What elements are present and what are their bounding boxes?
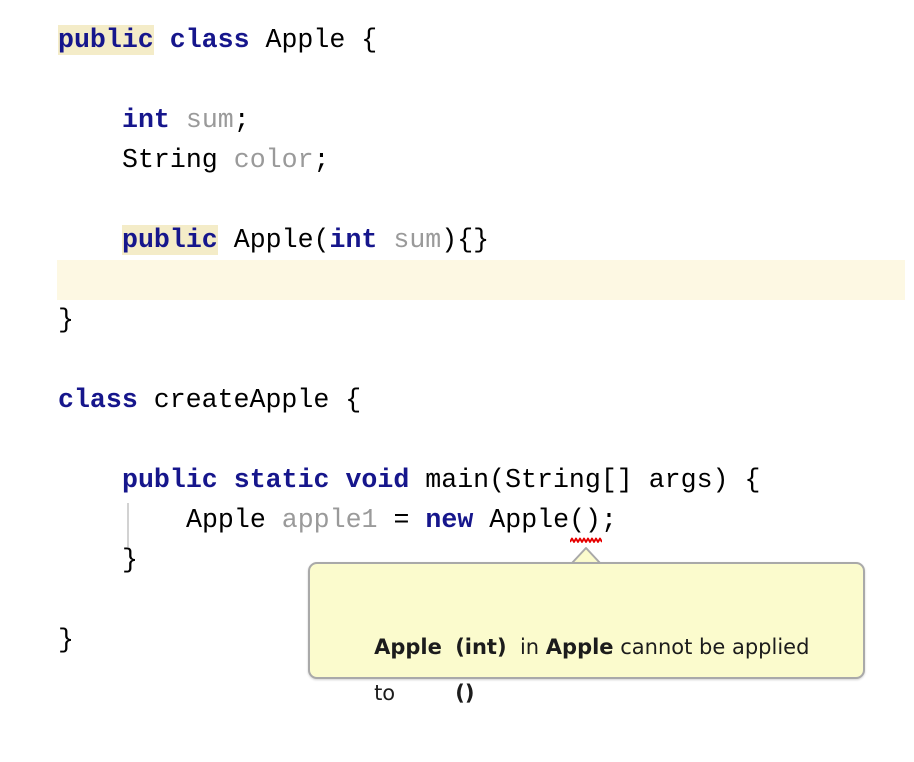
code-line-text: class createApple { [58,380,361,420]
token-sym: ; [233,105,250,135]
code-line-text: } [58,300,74,340]
tooltip-ctor-params: (int) [455,635,507,659]
token-sum: sum [393,225,442,255]
code-line-text: public Apple(int sum){} [122,220,489,260]
token-createApple: createApple [153,385,330,415]
token-sym: } [122,545,138,575]
token-apple1: apple1 [281,505,378,535]
tooltip-owner-class: Apple [545,635,614,659]
code-line-text: Apple apple1 = new Apple(); [186,500,617,540]
code-line-5[interactable] [0,180,914,220]
code-line-text: int sum; [122,100,250,140]
code-line-1[interactable]: public class Apple { [0,20,914,60]
tooltip-message-line-1: Apple (int) in Apple cannot be applied [334,578,841,659]
token-sym: { [345,25,378,55]
error-squiggle-underline [569,531,603,543]
code-line-text: } [58,620,74,660]
token-void: void [345,465,410,495]
code-line-4[interactable]: String color; [0,140,914,180]
token-int: int [122,105,170,135]
token-Apple: Apple [186,505,266,535]
token-Apple: Apple( [233,225,330,255]
code-line-13[interactable]: Apple apple1 = new Apple(); [0,500,914,540]
token-public: public [122,465,218,495]
token-sym: } [58,625,74,655]
code-line-7[interactable] [0,260,914,300]
token-public: public [58,25,154,55]
token-main-String-args: main(String[] args) { [425,465,761,495]
code-line-3[interactable]: int sum; [0,100,914,140]
code-line-text: public static void main(String[] args) { [122,460,760,500]
code-line-9[interactable] [0,340,914,380]
code-editor-surface[interactable]: public class Apple {int sum; String color… [0,0,914,705]
token-new: new [425,505,474,535]
token-class: class [169,25,250,55]
code-line-6[interactable]: public Apple(int sum){} [0,220,914,260]
tooltip-actual-args: () [455,681,475,705]
token-color: color [233,145,314,175]
token-public: public [122,225,218,255]
token-Apple: Apple [265,25,346,55]
code-line-2[interactable] [0,60,914,100]
tooltip-gap-1 [442,635,455,659]
tooltip-pointer-arrow [571,546,601,566]
token-sym: ){} [441,225,490,255]
token-String: String [122,145,218,175]
token-class: class [58,385,138,415]
code-line-text: String color; [122,140,330,180]
squiggle-icon [569,537,603,543]
token-int: int [329,225,378,255]
error-tooltip[interactable]: Apple (int) in Apple cannot be applied t… [308,562,865,705]
tooltip-to-word: to [374,681,396,705]
indent-guide-line [127,503,129,547]
tooltip-gap-5 [395,681,455,705]
token-sym: = [377,505,426,535]
token-sum: sum [185,105,234,135]
token-sym: ; [313,145,330,175]
tooltip-ctor-name: Apple [374,635,442,659]
code-line-text: } [122,540,138,580]
tooltip-gap-2 [507,635,520,659]
tooltip-cannot-be-applied: cannot be applied [620,635,810,659]
code-line-11[interactable] [0,420,914,460]
code-line-10[interactable]: class createApple { [0,380,914,420]
token-sym: { [329,385,362,415]
token-static: static [233,465,330,495]
code-line-text: public class Apple { [58,20,377,60]
tooltip-gap-3 [539,635,546,659]
token-sym: } [58,305,74,335]
code-line-8[interactable]: } [0,300,914,340]
code-line-12[interactable]: public static void main(String[] args) { [0,460,914,500]
tooltip-in-word: in [519,635,540,659]
